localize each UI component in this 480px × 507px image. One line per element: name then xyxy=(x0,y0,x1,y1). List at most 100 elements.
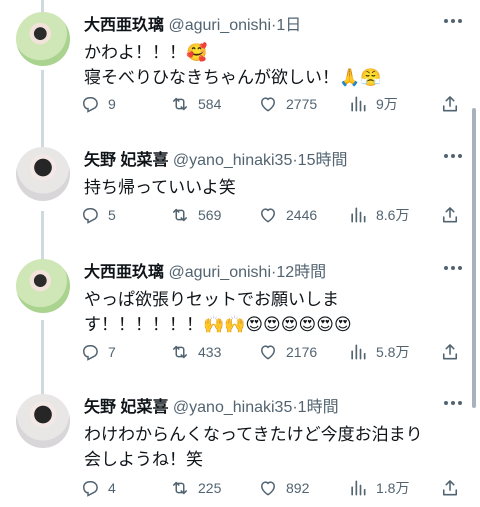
retweet-icon xyxy=(173,481,187,495)
author-name[interactable]: 大西亜玖璃 xyxy=(84,17,164,34)
like-icon xyxy=(261,345,275,360)
reply-button[interactable]: 9 xyxy=(80,94,116,114)
reply-count: 4 xyxy=(108,480,116,496)
author-handle[interactable]: @yano_hinaki35 xyxy=(173,399,292,416)
tweet-text-line: かわよ！！！🥰 xyxy=(84,43,208,62)
tweet-text: 持ち帰っていいよ笑 xyxy=(84,175,440,200)
retweet-button[interactable]: 225 xyxy=(170,478,221,498)
share-icon xyxy=(442,96,458,112)
tweet-text: かわよ！！！🥰 寝そべりひなきちゃんが欲しい！🙏😤 xyxy=(84,40,440,90)
more-icon[interactable] xyxy=(444,18,462,24)
like-button[interactable]: 2176 xyxy=(258,342,317,362)
tweet[interactable]: 大西亜玖璃 @aguri_onishi·12時間 やっぱ欲張りセットでお願いしま… xyxy=(0,259,480,379)
more-icon[interactable] xyxy=(444,265,462,271)
like-icon xyxy=(261,481,275,496)
reply-count: 5 xyxy=(108,207,116,223)
share-button[interactable] xyxy=(440,94,460,114)
like-count: 2176 xyxy=(286,344,318,360)
retweet-icon xyxy=(173,345,187,359)
view-count: 1.8万 xyxy=(376,480,410,496)
retweet-button[interactable]: 569 xyxy=(170,205,221,225)
tweet-actions: 5 569 2446 8.6万 xyxy=(80,203,460,227)
like-count: 2775 xyxy=(286,96,318,112)
tweet[interactable]: 大西亜玖璃 @aguri_onishi·1日 かわよ！！！🥰 寝そべりひなきちゃ… xyxy=(0,12,480,130)
author-handle[interactable]: @aguri_onishi xyxy=(168,264,271,281)
tweet-text: わけわからんくなってきたけど今度お泊まり 会しようね！笑 xyxy=(84,422,440,472)
retweet-count: 569 xyxy=(198,207,222,223)
retweet-icon xyxy=(173,208,187,222)
share-button[interactable] xyxy=(440,205,460,225)
author-handle[interactable]: @aguri_onishi xyxy=(168,17,271,34)
views-button[interactable]: 5.8万 xyxy=(348,342,409,362)
like-icon xyxy=(261,97,275,112)
timestamp[interactable]: 1時間 xyxy=(298,399,339,416)
view-count: 8.6万 xyxy=(376,207,410,223)
view-count: 5.8万 xyxy=(376,344,410,360)
share-icon xyxy=(442,480,458,496)
reply-button[interactable]: 4 xyxy=(80,478,116,498)
tweet-header: 大西亜玖璃 @aguri_onishi·12時間 xyxy=(84,261,440,285)
share-button[interactable] xyxy=(440,342,460,362)
like-button[interactable]: 2446 xyxy=(258,205,317,225)
like-icon xyxy=(261,208,275,223)
reply-icon xyxy=(82,345,98,361)
share-icon xyxy=(442,207,458,223)
timestamp[interactable]: 15時間 xyxy=(298,152,348,169)
tweet-actions: 9 584 2775 9万 xyxy=(80,92,460,116)
tweet-text-line: わけわからんくなってきたけど今度お泊まり xyxy=(84,425,423,444)
avatar[interactable] xyxy=(16,12,70,66)
author-name[interactable]: 矢野 妃菜喜 xyxy=(84,399,168,416)
like-count: 2446 xyxy=(286,207,318,223)
more-icon[interactable] xyxy=(444,153,462,159)
tweet[interactable]: 矢野 妃菜喜 @yano_hinaki35·15時間 持ち帰っていいよ笑 5 5… xyxy=(0,147,480,247)
views-icon xyxy=(351,96,366,112)
views-button[interactable]: 8.6万 xyxy=(348,205,409,225)
avatar[interactable] xyxy=(16,394,70,448)
avatar[interactable] xyxy=(16,259,70,313)
retweet-count: 433 xyxy=(198,344,222,360)
views-icon xyxy=(351,344,366,360)
more-icon[interactable] xyxy=(444,400,462,406)
reply-button[interactable]: 7 xyxy=(80,342,116,362)
views-button[interactable]: 9万 xyxy=(348,94,398,114)
avatar[interactable] xyxy=(16,147,70,201)
view-count: 9万 xyxy=(376,96,398,112)
tweet-actions: 7 433 2176 5.8万 xyxy=(80,340,460,364)
views-icon xyxy=(351,207,366,223)
retweet-count: 225 xyxy=(198,480,222,496)
reply-button[interactable]: 5 xyxy=(80,205,116,225)
reply-icon xyxy=(82,208,98,224)
like-button[interactable]: 2775 xyxy=(258,94,317,114)
tweet-text-line: 寝そべりひなきちゃんが欲しい！🙏😤 xyxy=(84,68,382,87)
tweet-text-line: やっぱ欲張りセットでお願いしま xyxy=(84,290,339,309)
retweet-icon xyxy=(173,97,187,111)
tweet-actions: 4 225 892 1.8万 xyxy=(80,476,460,500)
author-handle[interactable]: @yano_hinaki35 xyxy=(173,152,292,169)
tweet-header: 矢野 妃菜喜 @yano_hinaki35·15時間 xyxy=(84,149,440,173)
share-button[interactable] xyxy=(440,478,460,498)
tweet-header: 大西亜玖璃 @aguri_onishi·1日 xyxy=(84,14,440,38)
tweet-text-line: 会しようね！笑 xyxy=(84,450,203,469)
author-name[interactable]: 矢野 妃菜喜 xyxy=(84,152,168,169)
share-icon xyxy=(442,344,458,360)
tweet-header: 矢野 妃菜喜 @yano_hinaki35·1時間 xyxy=(84,396,440,420)
like-count: 892 xyxy=(286,480,310,496)
retweet-button[interactable]: 584 xyxy=(170,94,221,114)
tweet-text-line: す！！！！！！🙌🙌😍😍😍😍😍😍 xyxy=(84,315,352,334)
retweet-count: 584 xyxy=(198,96,222,112)
tweet[interactable]: 矢野 妃菜喜 @yano_hinaki35·1時間 わけわからんくなってきたけど… xyxy=(0,394,480,507)
thread-line xyxy=(41,0,44,12)
like-button[interactable]: 892 xyxy=(258,478,309,498)
tweet-text: やっぱ欲張りセットでお願いしま す！！！！！！🙌🙌😍😍😍😍😍😍 xyxy=(84,287,440,337)
tweet-text-line: 持ち帰っていいよ笑 xyxy=(84,178,236,197)
timestamp[interactable]: 12時間 xyxy=(276,264,326,281)
views-icon xyxy=(351,480,366,496)
reply-count: 9 xyxy=(108,96,116,112)
views-button[interactable]: 1.8万 xyxy=(348,478,409,498)
reply-count: 7 xyxy=(108,344,116,360)
retweet-button[interactable]: 433 xyxy=(170,342,221,362)
scrollbar[interactable] xyxy=(472,108,476,408)
reply-icon xyxy=(82,481,98,497)
timestamp[interactable]: 1日 xyxy=(276,17,301,34)
author-name[interactable]: 大西亜玖璃 xyxy=(84,264,164,281)
